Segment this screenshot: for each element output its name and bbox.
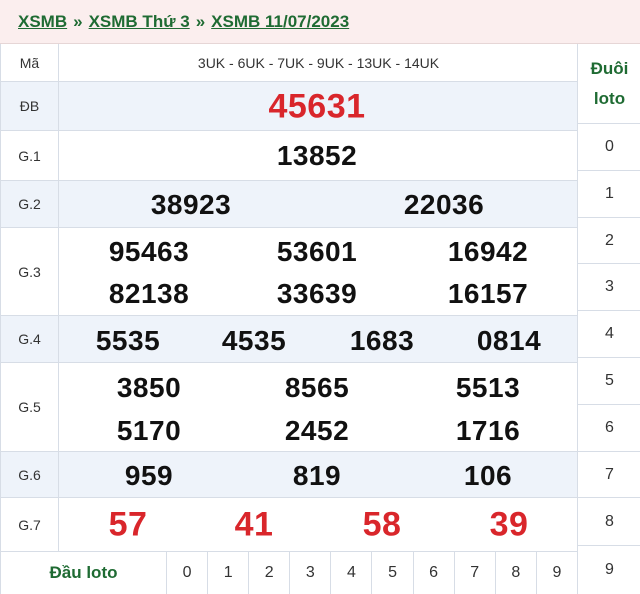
row-ma: Mã 3UK - 6UK - 7UK - 9UK - 13UK - 14UK [1,44,578,82]
row-cells-ma: 3UK - 6UK - 7UK - 9UK - 13UK - 14UK [59,44,578,81]
prize-number-g4: 5535 [95,325,161,356]
prize-number-g4: 4535 [221,325,287,356]
row-cells-g5: 3850 8565 5513 5170 2452 1716 [59,363,578,451]
duoi-loto-title-line2: loto [593,88,626,108]
breadcrumb: XSMB » XSMB Thứ 3 » XSMB 11/07/2023 [0,0,640,44]
row-cells-g4: 5535 4535 1683 0814 [59,316,578,362]
breadcrumb-link-xsmb-thu3[interactable]: XSMB Thứ 3 [89,12,190,32]
dau-loto-digit[interactable]: 2 [249,552,291,594]
dau-loto-title: Đầu loto [1,552,167,594]
row-label-ma: Mã [1,44,59,81]
duoi-loto-digit[interactable]: 7 [578,452,640,498]
prize-number-g2: 22036 [403,189,485,220]
duoi-loto-digit[interactable]: 1 [578,171,640,218]
ma-codes: 3UK - 6UK - 7UK - 9UK - 13UK - 14UK [197,54,440,71]
row-label-g1: G.1 [1,131,59,180]
duoi-loto-digit[interactable]: 8 [578,498,640,546]
dau-loto-digit[interactable]: 0 [167,552,209,594]
dau-loto-row: Đầu loto 0 1 2 3 4 5 6 7 8 9 [1,552,578,594]
prize-number-g3: 95463 [108,236,190,267]
prize-number-g6: 106 [463,460,513,491]
duoi-loto-digit[interactable]: 5 [578,358,640,405]
dau-loto-digit[interactable]: 5 [372,552,414,594]
dau-loto-digit[interactable]: 8 [496,552,537,594]
row-g4: G.4 5535 4535 1683 0814 [1,316,578,363]
duoi-loto-title: Đuôi loto [578,44,640,124]
dau-loto-digit[interactable]: 7 [455,552,496,594]
row-g5: G.5 3850 8565 5513 5170 2452 1716 [1,363,578,452]
dau-loto-digit[interactable]: 1 [208,552,250,594]
prize-number-g4: 1683 [349,325,415,356]
prize-number-g4: 0814 [476,325,542,356]
prize-number-g3: 16157 [447,278,529,309]
dau-loto-digit[interactable]: 4 [331,552,373,594]
row-g6: G.6 959 819 106 [1,452,578,498]
duoi-loto-digit[interactable]: 4 [578,311,640,358]
row-label-g6: G.6 [1,452,59,497]
row-label-g3: G.3 [1,228,59,315]
dau-loto-digit[interactable]: 6 [414,552,455,594]
prize-number-g3: 33639 [276,278,358,309]
breadcrumb-link-xsmb[interactable]: XSMB [18,12,67,32]
prize-number-db: 45631 [268,87,366,126]
row-cells-g1: 13852 [59,131,578,180]
prize-number-g2: 38923 [150,189,232,220]
row-label-g5: G.5 [1,363,59,451]
row-label-g2: G.2 [1,181,59,227]
results-table: Mã 3UK - 6UK - 7UK - 9UK - 13UK - 14UK Đ… [0,44,578,594]
row-cells-g7: 57 41 58 39 [59,498,578,551]
prize-number-g3: 53601 [276,236,358,267]
row-cells-db: 45631 [59,82,578,130]
row-cells-g2: 38923 22036 [59,181,578,227]
prize-number-g5: 5170 [116,415,182,446]
duoi-loto-column: Đuôi loto 0 1 2 3 4 5 6 7 8 9 [577,44,640,594]
dau-loto-digit[interactable]: 3 [290,552,332,594]
row-label-g7: G.7 [1,498,59,551]
row-label-g4: G.4 [1,316,59,362]
prize-number-g7: 57 [108,505,148,544]
prize-number-g5: 8565 [284,372,350,403]
row-label-db: ĐB [1,82,59,130]
breadcrumb-separator: » [195,11,206,31]
prize-number-g6: 959 [124,460,174,491]
duoi-loto-digit[interactable]: 9 [578,546,640,594]
prize-number-g5: 1716 [455,415,521,446]
row-g1: G.1 13852 [1,131,578,181]
prize-number-g3: 82138 [108,278,190,309]
breadcrumb-link-xsmb-date[interactable]: XSMB 11/07/2023 [211,12,349,32]
prize-number-g1: 13852 [276,140,358,171]
row-g2: G.2 38923 22036 [1,181,578,228]
duoi-loto-digit[interactable]: 2 [578,218,640,264]
row-cells-g6: 959 819 106 [59,452,578,497]
row-db: ĐB 45631 [1,82,578,131]
duoi-loto-title-line1: Đuôi [590,58,629,78]
prize-number-g5: 2452 [284,415,350,446]
row-cells-g3: 95463 53601 16942 82138 33639 16157 [59,228,578,315]
prize-number-g6: 819 [292,460,342,491]
duoi-loto-digit[interactable]: 0 [578,124,640,171]
row-g3: G.3 95463 53601 16942 82138 33639 16157 [1,228,578,316]
prize-number-g3: 16942 [447,236,529,267]
duoi-loto-digit[interactable]: 6 [578,405,640,452]
prize-number-g5: 3850 [116,372,182,403]
dau-loto-digit[interactable]: 9 [537,552,578,594]
breadcrumb-separator: » [73,11,83,31]
row-g7: G.7 57 41 58 39 [1,498,578,552]
prize-number-g7: 39 [489,505,529,544]
prize-number-g7: 58 [362,505,402,544]
prize-number-g7: 41 [234,505,274,544]
duoi-loto-digit[interactable]: 3 [578,264,640,311]
prize-number-g5: 5513 [455,372,521,403]
